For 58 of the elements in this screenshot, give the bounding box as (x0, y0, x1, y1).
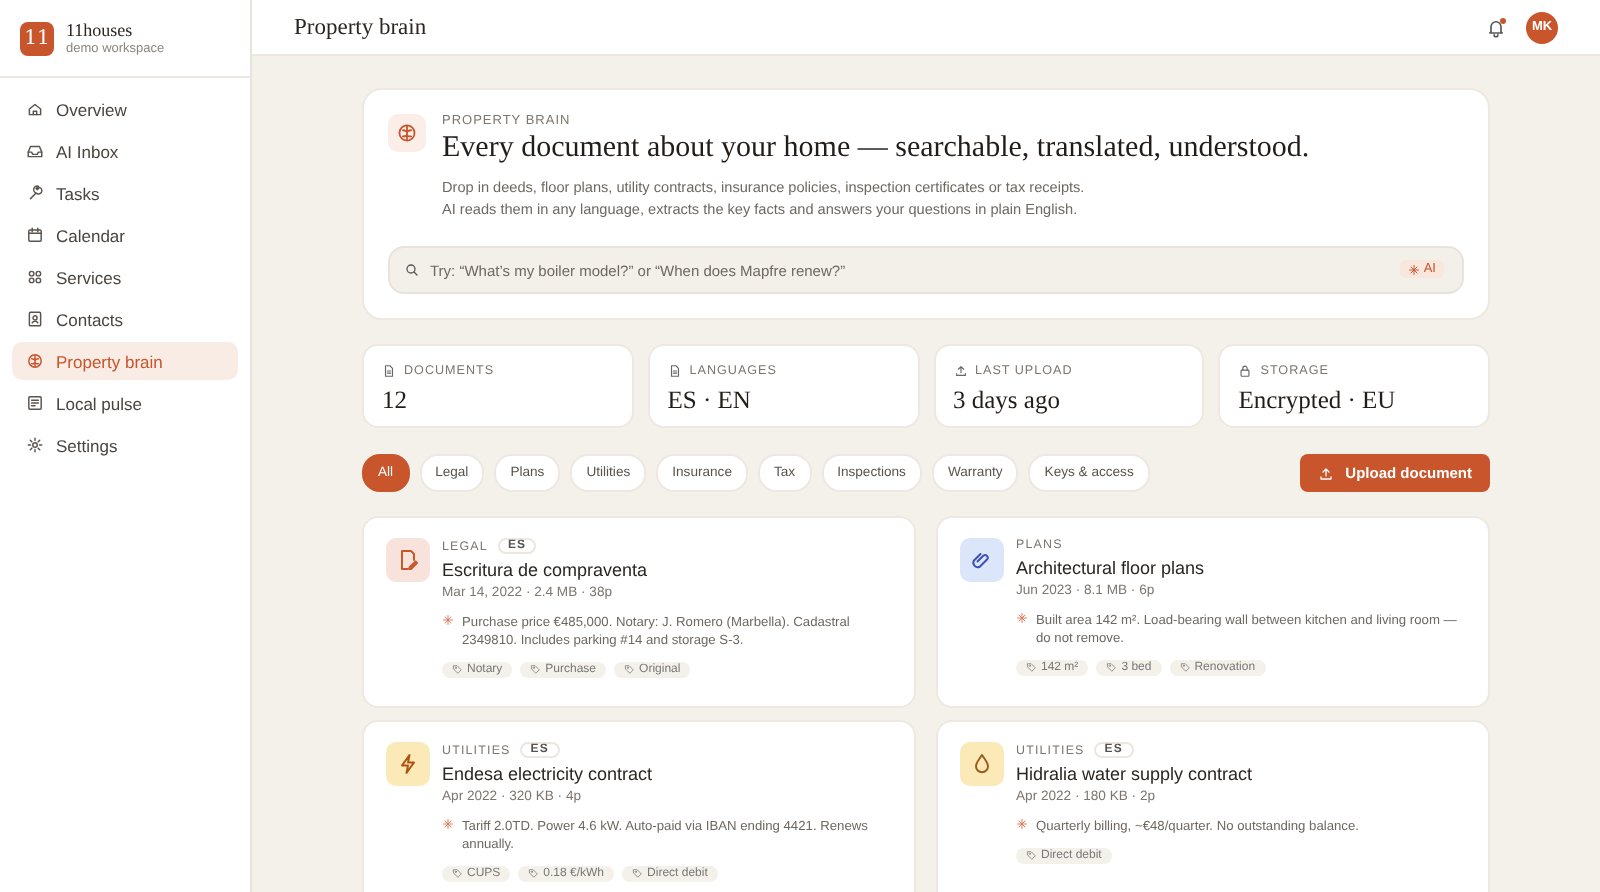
tag-icon (530, 664, 542, 676)
tag-icon (452, 664, 463, 676)
sidebar-item[interactable]: AI Inbox (12, 132, 238, 170)
grid-icon (26, 268, 44, 286)
document-title[interactable]: Architectural floor plans (1016, 558, 1466, 578)
tag-icon (452, 868, 463, 880)
sparkle-icon (1407, 263, 1420, 275)
tag-icon (624, 664, 636, 676)
wrench-icon (26, 184, 44, 202)
hero-heading: Every document about your home — searchable, translated, understood. (442, 132, 1310, 166)
newspaper-icon (26, 394, 44, 412)
sidebar-item[interactable]: Services (12, 258, 238, 296)
upload-icon (1317, 465, 1334, 481)
stat-value: 3 days ago (953, 386, 1062, 416)
sidebar-item[interactable]: Overview (12, 90, 238, 128)
stat-value: ES · EN (667, 386, 753, 416)
tag-icon (1179, 662, 1191, 674)
sidebar-item[interactable]: Local pulse (12, 384, 238, 422)
sparkle-icon (1016, 612, 1028, 624)
sidebar-item[interactable]: Property brain (12, 342, 238, 380)
sidebar-item[interactable]: Contacts (12, 300, 238, 338)
document-pen-icon (396, 548, 420, 572)
paperclip-icon (970, 548, 994, 572)
settings-icon (26, 436, 44, 454)
stat-value: 12 (382, 386, 409, 416)
bell-icon (1486, 17, 1506, 37)
contact-card-icon (26, 310, 44, 328)
lock-icon (1238, 364, 1253, 378)
tag-icon (1026, 662, 1037, 674)
tag-icon (528, 868, 540, 880)
brain-icon (26, 352, 44, 370)
tag-icon (1106, 662, 1118, 674)
inbox-icon (26, 142, 44, 160)
sparkle-icon (442, 818, 454, 830)
stat-value: Encrypted · EU (1238, 386, 1398, 416)
notifications-button[interactable] (1486, 17, 1506, 37)
sidebar-item[interactable]: Settings (12, 426, 238, 464)
tag-icon (632, 868, 644, 880)
workspace-name: 11houses (66, 20, 135, 40)
house-icon (26, 100, 44, 118)
document-title[interactable]: Escritura de compraventa (442, 560, 892, 580)
upload-icon (953, 364, 967, 378)
search-icon (404, 262, 420, 278)
sparkle-icon (1016, 818, 1028, 830)
document-icon (667, 364, 682, 378)
sidebar-item[interactable]: Tasks (12, 174, 238, 212)
tag-icon (1026, 850, 1037, 862)
document-title[interactable]: Endesa electricity contract (442, 764, 892, 784)
logo: 11 (20, 21, 54, 55)
sidebar-item[interactable]: Calendar (12, 216, 238, 254)
document-icon (382, 364, 396, 378)
brain-icon (396, 122, 418, 144)
document-title[interactable]: Hidralia water supply contract (1016, 764, 1359, 784)
water-drop-icon (970, 752, 994, 776)
page-title: Property brain (294, 15, 429, 39)
calendar-icon (26, 226, 44, 244)
sparkle-icon (442, 614, 454, 626)
lightning-bolt-icon (396, 752, 420, 776)
